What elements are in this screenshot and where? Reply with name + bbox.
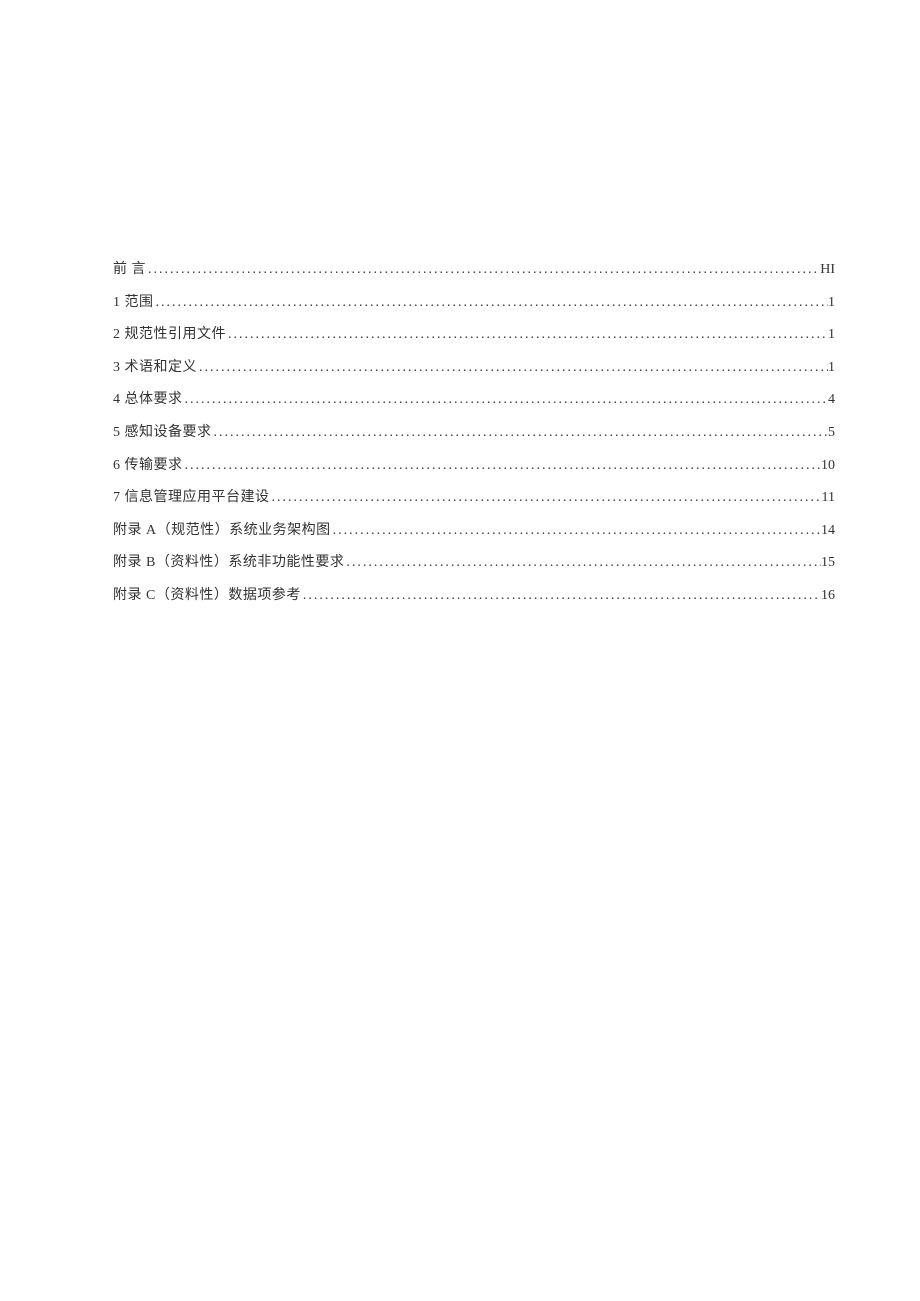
table-of-contents: 前 言 HI 1 范围 1 2 规范性引用文件 1 3 术语和定义 1 4 总体… — [113, 260, 835, 606]
toc-leader-dots — [183, 456, 822, 476]
toc-leader-dots — [183, 390, 829, 410]
document-page: 前 言 HI 1 范围 1 2 规范性引用文件 1 3 术语和定义 1 4 总体… — [0, 0, 920, 606]
toc-entry: 附录 B（资料性）系统非功能性要求 15 — [113, 553, 835, 573]
toc-label: 6 传输要求 — [113, 456, 183, 476]
toc-page-number: 1 — [828, 293, 835, 313]
toc-page-number: 16 — [821, 586, 835, 606]
toc-entry: 前 言 HI — [113, 260, 835, 280]
toc-label: 1 范围 — [113, 293, 154, 313]
toc-leader-dots — [344, 553, 821, 573]
toc-leader-dots — [226, 325, 828, 345]
toc-page-number: 14 — [821, 521, 835, 541]
toc-label: 附录 A（规范性）系统业务架构图 — [113, 521, 331, 541]
toc-label: 7 信息管理应用平台建设 — [113, 488, 270, 508]
toc-entry: 4 总体要求 4 — [113, 390, 835, 410]
toc-entry: 附录 C（资料性）数据项参考 16 — [113, 586, 835, 606]
toc-page-number: 10 — [821, 456, 835, 476]
toc-leader-dots — [154, 293, 829, 313]
toc-label: 3 术语和定义 — [113, 358, 197, 378]
toc-leader-dots — [212, 423, 829, 443]
toc-page-number: 11 — [822, 488, 835, 508]
toc-leader-dots — [331, 521, 821, 541]
toc-leader-dots — [270, 488, 822, 508]
toc-page-number: 15 — [821, 553, 835, 573]
toc-entry: 附录 A（规范性）系统业务架构图 14 — [113, 521, 835, 541]
toc-entry: 6 传输要求 10 — [113, 456, 835, 476]
toc-page-number: 1 — [828, 358, 835, 378]
toc-entry: 5 感知设备要求 5 — [113, 423, 835, 443]
toc-label: 5 感知设备要求 — [113, 423, 212, 443]
toc-leader-dots — [146, 260, 820, 280]
toc-entry: 2 规范性引用文件 1 — [113, 325, 835, 345]
toc-page-number: 1 — [828, 325, 835, 345]
toc-page-number: 5 — [828, 423, 835, 443]
toc-label: 2 规范性引用文件 — [113, 325, 226, 345]
toc-label: 前 言 — [113, 260, 146, 280]
toc-entry: 1 范围 1 — [113, 293, 835, 313]
toc-label: 附录 B（资料性）系统非功能性要求 — [113, 553, 344, 573]
toc-page-number: HI — [820, 260, 835, 280]
toc-entry: 7 信息管理应用平台建设 11 — [113, 488, 835, 508]
toc-page-number: 4 — [828, 390, 835, 410]
toc-label: 附录 C（资料性）数据项参考 — [113, 586, 301, 606]
toc-label: 4 总体要求 — [113, 390, 183, 410]
toc-leader-dots — [197, 358, 828, 378]
toc-leader-dots — [301, 586, 821, 606]
toc-entry: 3 术语和定义 1 — [113, 358, 835, 378]
